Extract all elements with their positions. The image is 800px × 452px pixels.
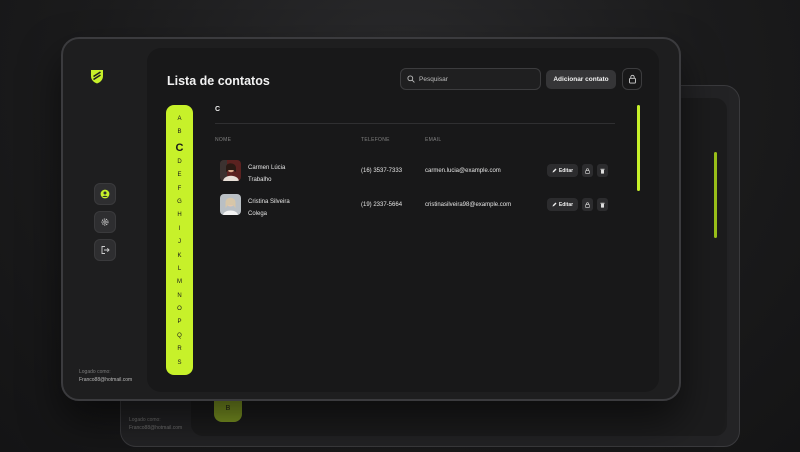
alphabet-letter-n[interactable]: N bbox=[177, 290, 181, 303]
pencil-icon bbox=[552, 202, 557, 207]
alphabet-letter-o[interactable]: O bbox=[177, 303, 182, 316]
alphabet-letter-e[interactable]: E bbox=[177, 169, 181, 182]
alphabet-letter-i[interactable]: I bbox=[179, 223, 181, 236]
logout-icon bbox=[101, 246, 110, 254]
alphabet-letter-q[interactable]: Q bbox=[177, 330, 182, 343]
delete-button[interactable] bbox=[597, 164, 608, 177]
table-row[interactable]: Carmen Lúcia Trabalho (16) 3537-7333 car… bbox=[215, 157, 615, 187]
logged-as-email: Franco88@hotmail.com bbox=[79, 377, 133, 383]
alphabet-letter-s[interactable]: S bbox=[177, 357, 181, 370]
trash-icon bbox=[600, 202, 605, 208]
add-contact-button[interactable]: Adicionar contato bbox=[546, 70, 616, 89]
alphabet-letter-p[interactable]: P bbox=[177, 316, 181, 329]
background-logged-as: Logado como: Franco88@hotmail.com bbox=[129, 416, 182, 432]
alphabet-letter-r[interactable]: R bbox=[177, 343, 181, 356]
alphabet-letter-c[interactable]: C bbox=[176, 140, 184, 156]
pencil-icon bbox=[552, 168, 557, 173]
logged-as: Logado como: Franco88@hotmail.com bbox=[79, 368, 132, 384]
contact-name: Carmen Lúcia bbox=[248, 165, 286, 171]
lock-icon bbox=[628, 74, 636, 84]
alphabet-letter-m[interactable]: M bbox=[177, 276, 182, 289]
table-row[interactable]: Cristina Silveira Colega (19) 2337-5664 … bbox=[215, 191, 615, 221]
logged-as-label: Logado como: bbox=[79, 369, 111, 375]
contact-email: cristinasilveira98@example.com bbox=[425, 202, 512, 208]
search-icon bbox=[407, 75, 415, 83]
background-alphabet-tab: B bbox=[214, 398, 242, 422]
contact-name-cell: Cristina Silveira Colega bbox=[248, 196, 290, 220]
alphabet-letter-f[interactable]: F bbox=[178, 183, 182, 196]
sidebar-item-contacts[interactable] bbox=[94, 183, 116, 205]
app-window: Logado como: Franco88@hotmail.com Lista … bbox=[61, 37, 681, 401]
avatar bbox=[220, 160, 241, 181]
alphabet-letter-h[interactable]: H bbox=[177, 209, 181, 222]
lock-button[interactable] bbox=[622, 68, 642, 90]
section-divider bbox=[215, 123, 615, 124]
column-header-email: EMAIL bbox=[425, 137, 442, 143]
lock-contact-button[interactable] bbox=[582, 198, 593, 211]
search-box[interactable] bbox=[400, 68, 541, 90]
background-logged-label: Logado como: bbox=[129, 417, 161, 423]
alphabet-letter-l[interactable]: L bbox=[178, 263, 181, 276]
search-input[interactable] bbox=[419, 75, 529, 83]
contact-email: carmen.lucia@example.com bbox=[425, 168, 501, 174]
edit-button[interactable]: Editar bbox=[547, 164, 578, 177]
sidebar-item-logout[interactable] bbox=[94, 239, 116, 261]
alphabet-letter-k[interactable]: K bbox=[177, 250, 181, 263]
lock-icon bbox=[585, 201, 590, 208]
shield-logo-icon bbox=[91, 70, 103, 84]
column-header-phone: TELEFONE bbox=[361, 137, 390, 143]
contact-phone: (16) 3537-7333 bbox=[361, 168, 403, 174]
alphabet-letter-d[interactable]: D bbox=[177, 156, 181, 169]
delete-button[interactable] bbox=[597, 198, 608, 211]
trash-icon bbox=[600, 168, 605, 174]
contact-name-cell: Carmen Lúcia Trabalho bbox=[248, 162, 285, 186]
alphabet-letter-g[interactable]: G bbox=[177, 196, 182, 209]
alphabet-letter-a[interactable]: A bbox=[177, 113, 181, 126]
contact-group: Trabalho bbox=[248, 177, 272, 183]
lock-icon bbox=[585, 167, 590, 174]
lock-contact-button[interactable] bbox=[582, 164, 593, 177]
edit-button-label: Editar bbox=[558, 167, 574, 174]
contact-phone: (19) 2337-5664 bbox=[361, 202, 403, 208]
page-title: Lista de contatos bbox=[167, 74, 270, 88]
gear-icon bbox=[101, 218, 109, 226]
alphabet-index: ABCDEFGHIJKLMNOPQRS bbox=[166, 105, 193, 375]
avatar bbox=[220, 194, 241, 215]
contact-name: Cristina Silveira bbox=[248, 199, 290, 205]
sidebar-item-settings[interactable] bbox=[94, 211, 116, 233]
alphabet-letter-j[interactable]: J bbox=[178, 236, 181, 249]
alphabet-letter-b[interactable]: B bbox=[177, 126, 181, 139]
scrollbar[interactable] bbox=[637, 105, 640, 191]
column-header-name: NOME bbox=[215, 137, 232, 143]
sidebar: Logado como: Franco88@hotmail.com bbox=[63, 39, 149, 399]
background-logged-email: Franco88@hotmail.com bbox=[129, 425, 183, 431]
main-content: Lista de contatos Adicionar contato ABCD… bbox=[147, 48, 659, 392]
edit-button-label: Editar bbox=[558, 201, 574, 208]
background-scrollbar bbox=[714, 152, 717, 238]
user-circle-icon bbox=[100, 189, 110, 199]
contact-group: Colega bbox=[248, 211, 268, 217]
edit-button[interactable]: Editar bbox=[547, 198, 578, 211]
section-letter: C bbox=[215, 106, 221, 113]
